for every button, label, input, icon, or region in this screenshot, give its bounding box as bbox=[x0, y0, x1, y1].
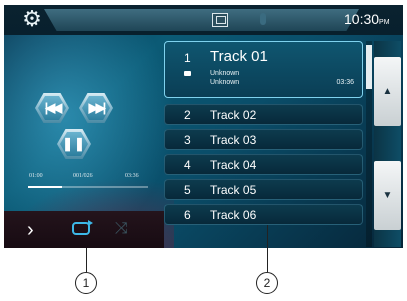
clock: 10:30PM bbox=[344, 11, 390, 27]
elapsed-time: 01:00 bbox=[29, 173, 43, 179]
track-row-6[interactable]: 6 Track 06 bbox=[164, 204, 363, 225]
next-track-icon: ▶▶| bbox=[88, 100, 107, 115]
scroll-up-button[interactable]: ▲ bbox=[374, 57, 401, 126]
track-number: 6 bbox=[184, 208, 191, 222]
track-title: Track 04 bbox=[210, 158, 257, 172]
scrollbar[interactable] bbox=[366, 41, 372, 247]
track-row-4[interactable]: 4 Track 04 bbox=[164, 154, 363, 175]
track-title: Track 01 bbox=[210, 48, 268, 65]
total-time: 03:36 bbox=[125, 173, 139, 179]
track-artist: Unknown bbox=[210, 70, 240, 77]
bottom-bar: › ⤨ bbox=[4, 211, 164, 248]
arrow-right-icon[interactable]: › bbox=[27, 220, 34, 240]
scroll-thumb[interactable] bbox=[366, 45, 372, 89]
pause-button[interactable]: ❚❚ bbox=[57, 129, 91, 159]
gear-icon[interactable]: ⚙ bbox=[21, 8, 43, 30]
next-track-button[interactable]: ▶▶| bbox=[79, 93, 113, 123]
track-row-5[interactable]: 5 Track 05 bbox=[164, 179, 363, 200]
track-row-1[interactable]: 1 Track 01 Unknown Unknown 03:36 bbox=[164, 41, 363, 98]
scroll-down-button[interactable]: ▼ bbox=[374, 161, 401, 230]
track-position: 001/026 bbox=[73, 173, 93, 179]
track-duration: 03:36 bbox=[336, 79, 354, 86]
repeat-icon[interactable] bbox=[72, 220, 93, 235]
progress-fill bbox=[28, 186, 62, 188]
prev-track-icon: |◀◀ bbox=[44, 100, 63, 115]
callout-1: 1 bbox=[75, 272, 97, 294]
screen: ⚙ 10:30PM |◀◀ ▶▶| ❚❚ 01:00 001/026 03:36… bbox=[4, 5, 403, 248]
status-bar: ⚙ 10:30PM bbox=[4, 5, 403, 35]
track-album: Unknown bbox=[210, 79, 240, 86]
clock-ampm: PM bbox=[379, 19, 390, 26]
music-note-icon bbox=[184, 71, 191, 76]
pause-icon: ❚❚ bbox=[62, 136, 86, 151]
track-title: Track 05 bbox=[210, 183, 257, 197]
clock-time: 10:30 bbox=[344, 11, 380, 27]
track-row-3[interactable]: 3 Track 03 bbox=[164, 129, 363, 150]
callout-2: 2 bbox=[256, 272, 278, 294]
time-readout: 01:00 001/026 03:36 bbox=[4, 173, 164, 185]
track-number: 3 bbox=[184, 133, 191, 147]
track-number: 5 bbox=[184, 183, 191, 197]
track-number: 4 bbox=[184, 158, 191, 172]
status-bar-background bbox=[44, 9, 359, 31]
track-number: 2 bbox=[184, 108, 191, 122]
track-title: Track 03 bbox=[210, 133, 257, 147]
media-icon[interactable] bbox=[212, 13, 228, 27]
track-row-2[interactable]: 2 Track 02 bbox=[164, 104, 363, 125]
previous-track-button[interactable]: |◀◀ bbox=[35, 93, 69, 123]
shuffle-icon[interactable]: ⤨ bbox=[115, 220, 128, 238]
track-title: Track 06 bbox=[210, 208, 257, 222]
track-title: Track 02 bbox=[210, 108, 257, 122]
progress-bar[interactable] bbox=[28, 186, 148, 188]
track-number: 1 bbox=[184, 51, 191, 65]
bluetooth-icon bbox=[260, 13, 266, 25]
